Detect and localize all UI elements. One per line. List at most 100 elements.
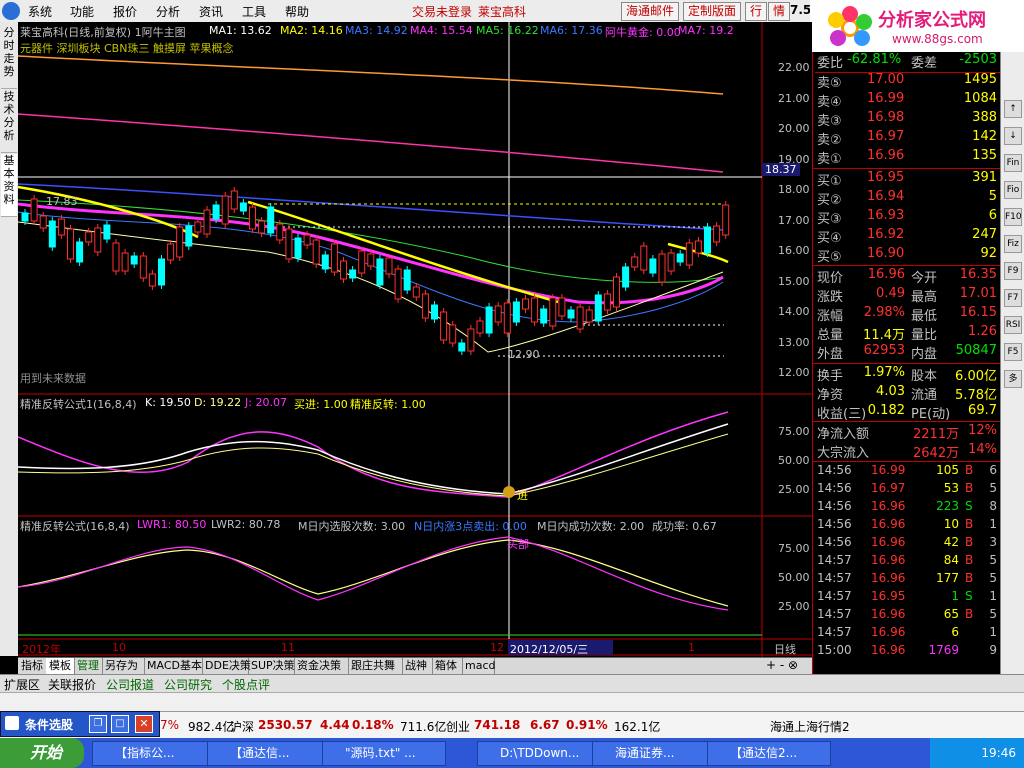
candle-body [531, 297, 539, 323]
candle-body [385, 257, 393, 275]
candle-body [704, 226, 711, 254]
brand-logo-text: 分析家公式网 [878, 10, 986, 31]
indicator-tab[interactable]: 箱体 [432, 658, 463, 674]
candle-body [139, 255, 147, 279]
candle-body [722, 204, 730, 236]
y-tick-label: 19.00 [778, 152, 810, 166]
side-toolbar: ↑ ↓ Fin Fio F10 Fiz F9 F7 RSI F5 多 [1000, 52, 1024, 674]
window-icon [5, 716, 19, 730]
candle-body [39, 215, 47, 229]
indicator-tab[interactable]: 战神 [402, 658, 433, 674]
candle-body [21, 212, 29, 222]
side-tool-icon[interactable]: F10 [1004, 208, 1022, 226]
candle-body [458, 342, 466, 352]
mail-button[interactable]: 海通邮件 [621, 2, 680, 21]
extension-tab-bar: 扩展区 关联报价 公司报道 公司研究 个股点评 [0, 674, 1024, 693]
extension-tab[interactable]: 扩展区 [4, 676, 40, 693]
stat-label: 最高 [911, 290, 938, 305]
y-tick-label: 20.00 [778, 122, 810, 135]
indicator-tab[interactable]: 管理 [74, 658, 103, 674]
extension-tab[interactable]: 公司研究 [164, 676, 212, 693]
task-button[interactable]: 【通达信... [207, 741, 331, 766]
candle-body [249, 206, 256, 230]
indicator-tab[interactable]: SUP决策 [248, 658, 295, 674]
stat-value: 16.35 [959, 267, 997, 282]
kdj-d-label: D: 19.22 [194, 396, 242, 409]
task-button[interactable]: "源码.txt" ... [322, 741, 446, 766]
period-label[interactable]: 日线 [774, 641, 796, 657]
maximize-icon[interactable]: □ [111, 715, 129, 733]
menu-news[interactable]: 资讯 [199, 3, 223, 20]
menu-function[interactable]: 功能 [70, 3, 94, 20]
side-tool-icon[interactable]: F9 [1004, 262, 1022, 280]
y-tick-label: 21.00 [778, 91, 810, 105]
tab-add-icon[interactable]: + - ⊗ [766, 658, 798, 672]
menu-quote[interactable]: 报价 [113, 3, 137, 20]
stat-label: 内盘 [911, 347, 938, 362]
indicator-tab[interactable]: 资金决策 [294, 658, 349, 674]
tick-side: B [965, 553, 974, 567]
candle-body [130, 255, 138, 265]
high-price-label: 17.83 [46, 195, 78, 208]
candle-body [321, 254, 329, 270]
task-button[interactable]: 海通证券... [592, 741, 711, 766]
indicator-tab[interactable]: DDE决策 [202, 658, 251, 674]
indicator-tab[interactable]: MACD基本 [144, 658, 203, 674]
chart-area[interactable] [18, 22, 812, 657]
tab-technical[interactable]: 技术分析 [1, 90, 17, 153]
window-title: 条件选股 [25, 718, 74, 732]
task-button[interactable]: 【指标公... [92, 741, 216, 766]
extension-tab[interactable]: 公司报道 [106, 676, 154, 693]
stat-value: 69.7 [968, 403, 997, 418]
side-tool-icon[interactable]: Fio [1004, 181, 1022, 199]
candle-body [185, 225, 193, 247]
stat-label: 换手 [817, 369, 844, 384]
tab-intraday[interactable]: 分时走势 [1, 26, 17, 89]
ma3-label: MA3: 14.92 [345, 24, 408, 37]
stat-row: 总量 11.4万 量比 1.26 [815, 324, 1001, 344]
market-button-2[interactable]: 情 [768, 2, 791, 21]
lwr-m1-label: M日内选股次数: 3.00 [298, 520, 406, 533]
indicator-tab[interactable]: 指标 [18, 658, 47, 674]
side-tool-icon[interactable]: ↓ [1004, 127, 1022, 145]
tick-price: 16.96 [871, 571, 906, 585]
level-price: 16.92 [867, 227, 905, 242]
menu-help[interactable]: 帮助 [285, 3, 309, 20]
stat-row: 净资 4.03 流通 5.78亿 [815, 384, 1001, 404]
candle-body [567, 309, 575, 319]
close-icon[interactable]: ✕ [135, 715, 153, 733]
task-button[interactable]: 【通达信2... [707, 741, 831, 766]
candle-body [685, 242, 693, 266]
side-tool-icon[interactable]: Fin [1004, 154, 1022, 172]
side-tool-icon[interactable]: F5 [1004, 343, 1022, 361]
side-tool-icon[interactable]: 多 [1004, 370, 1022, 388]
level-price: 17.00 [867, 72, 905, 87]
indicator-tab[interactable]: macd [462, 658, 496, 674]
tick-price: 16.97 [871, 481, 906, 495]
extension-tab[interactable]: 个股点评 [222, 676, 270, 693]
restore-icon[interactable]: ❐ [89, 715, 107, 733]
side-tool-icon[interactable]: RSI [1004, 316, 1022, 334]
custom-layout-button[interactable]: 定制版面 [683, 2, 742, 21]
side-tool-icon[interactable]: ↑ [1004, 100, 1022, 118]
menu-tools[interactable]: 工具 [242, 3, 266, 20]
stat-value: 5.78亿 [955, 388, 997, 403]
tick-side: B [965, 463, 974, 477]
tab-fundamentals[interactable]: 基本资料 [1, 154, 17, 217]
menu-analysis[interactable]: 分析 [156, 3, 180, 20]
indicator-tab[interactable]: 模板 [46, 658, 75, 674]
menu-system[interactable]: 系统 [28, 3, 52, 20]
task-button[interactable]: D:\TDDown... [477, 741, 601, 766]
side-tool-icon[interactable]: F7 [1004, 289, 1022, 307]
indicator-tab[interactable]: 另存为 [102, 658, 145, 674]
stock-screen-window[interactable]: 条件选股 ❐ □ ✕ [0, 711, 160, 737]
side-tool-icon[interactable]: Fiz [1004, 235, 1022, 253]
level-volume: 391 [972, 170, 997, 185]
y-tick-label: 75.00 [778, 425, 810, 438]
tick-count: 3 [989, 535, 997, 549]
indicator-tab-bar: 指标 模板 管理 另存为 MACD基本 DDE决策 SUP决策 资金决策 跟庄共舞 战神 箱体 mac… [18, 657, 812, 675]
market-button[interactable]: 行 [745, 2, 768, 21]
extension-tab[interactable]: 关联报价 [48, 676, 96, 693]
indicator-tab[interactable]: 跟庄共舞 [348, 658, 403, 674]
start-button[interactable]: 开始 [0, 738, 84, 768]
